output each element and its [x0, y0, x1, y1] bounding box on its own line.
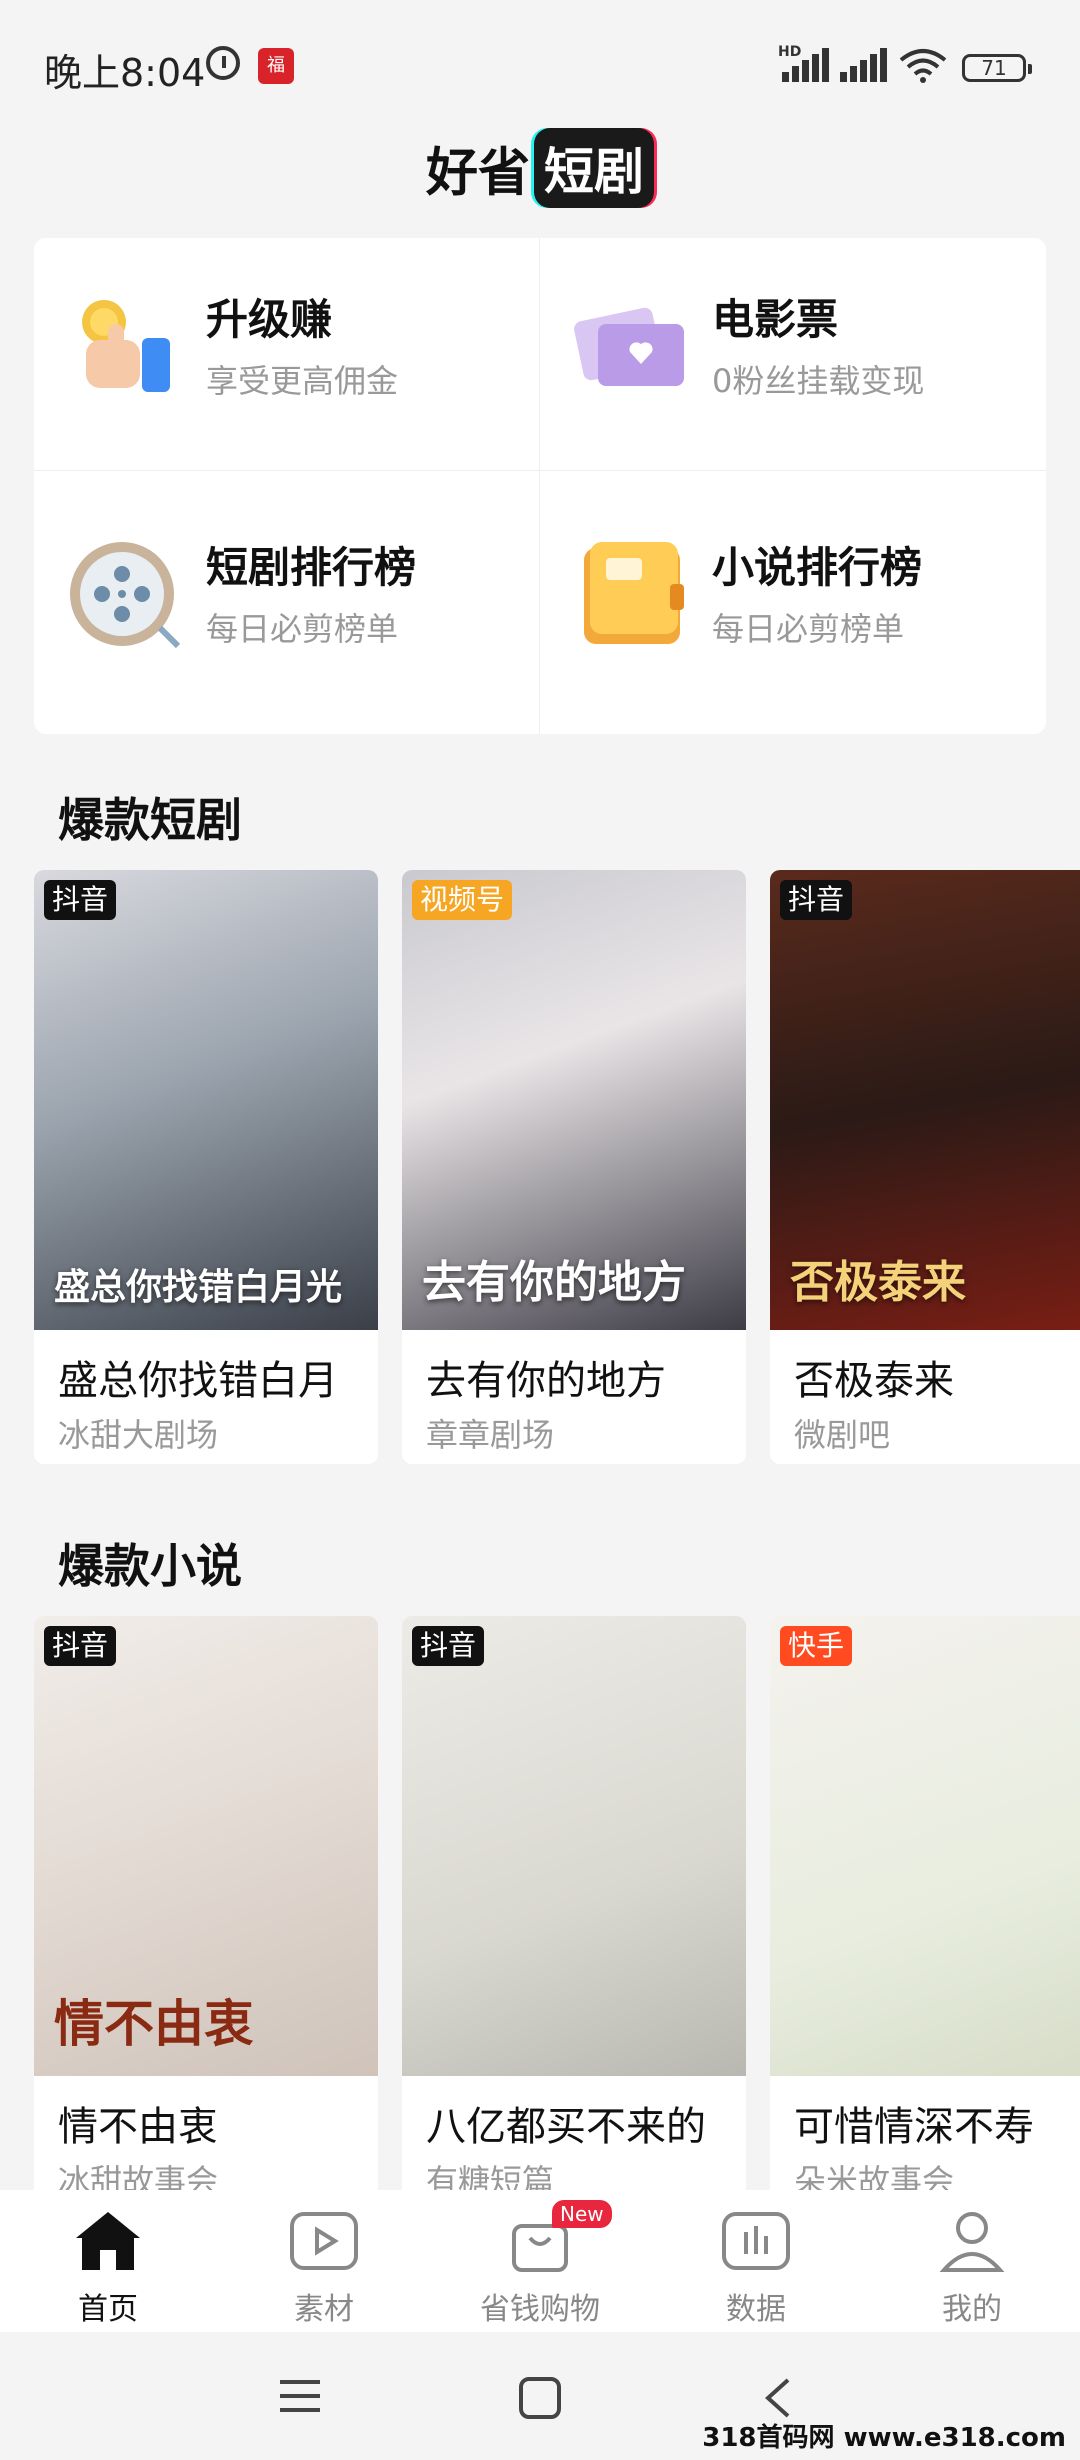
tab-label: 省钱购物	[480, 2292, 600, 2327]
system-nav-bar: 318首码网 www.e318.com	[0, 2332, 1080, 2460]
novel-list: 情不由衷 抖音 情不由衷 冰甜故事会 抖音 八亿都买不来的 有糖短篇 快手 可惜…	[34, 1616, 1080, 2210]
back-icon[interactable]	[762, 2376, 794, 2420]
card-title: 八亿都买不来的	[426, 2104, 706, 2150]
app-logo: 好省 短剧	[0, 128, 1080, 208]
platform-tag: 视频号	[412, 880, 513, 920]
platform-tag: 抖音	[44, 1626, 117, 1666]
drama-card[interactable]: 否极泰来 抖音 否极泰来 微剧吧	[770, 870, 1080, 1464]
card-source: 章章剧场	[426, 1416, 555, 1454]
poster-image: 情不由衷	[34, 1616, 378, 2076]
drama-card[interactable]: 盛总你找错白月光 抖音 盛总你找错白月 冰甜大剧场	[34, 870, 378, 1464]
signal-icon	[782, 48, 832, 84]
poster-image: 否极泰来	[770, 870, 1080, 1330]
card-title: 情不由衷	[58, 2104, 218, 2150]
poster-title: 否极泰来	[790, 1257, 966, 1308]
status-time: 晚上8:04	[44, 51, 206, 95]
battery-icon: 71	[962, 54, 1032, 82]
movie-ticket-icon	[574, 307, 684, 386]
poster-image: 盛总你找错白月光	[34, 870, 378, 1330]
platform-tag: 抖音	[780, 880, 853, 920]
grid-subtitle: 享受更高佣金	[206, 362, 399, 400]
tab-home[interactable]: 首页	[0, 2190, 216, 2332]
chart-icon	[722, 2212, 790, 2270]
novel-card[interactable]: 快手 可惜情深不寿 朵米故事会	[770, 1616, 1080, 2210]
user-icon	[939, 2212, 1005, 2272]
logo-text-a: 好省	[425, 143, 530, 204]
logo-text-b: 短剧	[534, 128, 654, 208]
drama-list: 盛总你找错白月光 抖音 盛总你找错白月 冰甜大剧场 去有你的地方 视频号 去有你…	[34, 870, 1080, 1464]
grid-item-upgrade[interactable]: 升级赚 享受更高佣金	[34, 238, 540, 486]
alarm-icon	[206, 46, 240, 80]
status-bar: 晚上8:04 福 HD 71	[0, 0, 1080, 130]
poster-title: 情不由衷	[54, 1995, 254, 2053]
grid-title: 升级赚	[206, 295, 333, 344]
tab-mine[interactable]: 我的	[864, 2190, 1080, 2332]
grid-item-movie-ticket[interactable]: 电影票 0粉丝挂载变现	[540, 238, 1046, 486]
tab-shopping[interactable]: New 省钱购物	[432, 2190, 648, 2332]
grid-item-drama-ranking[interactable]: 短剧排行榜 每日必剪榜单	[34, 486, 540, 734]
grid-title: 短剧排行榜	[206, 543, 417, 592]
notification-badge: 福	[258, 48, 294, 84]
novel-card[interactable]: 抖音 八亿都买不来的 有糖短篇	[402, 1616, 746, 2210]
novel-card[interactable]: 情不由衷 抖音 情不由衷 冰甜故事会	[34, 1616, 378, 2210]
grid-title: 小说排行榜	[712, 543, 923, 592]
tab-label: 我的	[942, 2292, 1002, 2327]
drama-card[interactable]: 去有你的地方 视频号 去有你的地方 章章剧场	[402, 870, 746, 1464]
card-source: 微剧吧	[794, 1416, 891, 1454]
platform-tag: 抖音	[44, 880, 117, 920]
poster-title: 去有你的地方	[422, 1257, 686, 1308]
poster-image	[770, 1616, 1080, 2076]
section-title-novel: 爆款小说	[58, 1539, 242, 1593]
thumbs-up-coin-icon	[82, 300, 170, 392]
home-icon	[76, 2212, 140, 2270]
tab-label: 首页	[78, 2292, 138, 2327]
card-title: 可惜情深不寿	[794, 2104, 1034, 2150]
card-source: 冰甜大剧场	[58, 1416, 219, 1454]
poster-title: 盛总你找错白月光	[54, 1267, 343, 1308]
watermark: 318首码网 www.e318.com	[702, 2423, 1066, 2453]
card-title: 去有你的地方	[426, 1358, 666, 1404]
home-button-icon[interactable]	[518, 2376, 562, 2420]
grid-subtitle: 每日必剪榜单	[712, 610, 905, 648]
platform-tag: 抖音	[412, 1626, 485, 1666]
section-title-drama: 爆款短剧	[58, 793, 242, 847]
new-badge: New	[552, 2200, 612, 2228]
card-title: 盛总你找错白月	[58, 1358, 338, 1404]
card-title: 否极泰来	[794, 1358, 954, 1404]
platform-tag: 快手	[780, 1626, 853, 1666]
poster-image	[402, 1616, 746, 2076]
film-reel-icon	[70, 542, 181, 649]
signal-icon-2	[840, 48, 890, 84]
tab-material[interactable]: 素材	[216, 2190, 432, 2332]
bottom-tab-bar: 首页 素材 New 省钱购物 数据 我的	[0, 2190, 1080, 2332]
grid-item-novel-ranking[interactable]: 小说排行榜 每日必剪榜单	[540, 486, 1046, 734]
grid-subtitle: 0粉丝挂载变现	[712, 362, 925, 400]
menu-icon[interactable]	[278, 2376, 322, 2416]
grid-subtitle: 每日必剪榜单	[206, 610, 399, 648]
tab-label: 素材	[294, 2292, 354, 2327]
notebook-icon	[584, 542, 684, 644]
grid-title: 电影票	[712, 295, 839, 344]
wifi-icon	[899, 49, 947, 83]
feature-grid: 升级赚 享受更高佣金 电影票 0粉丝挂载变现 短剧排行榜 每日必剪榜单 小说排行…	[34, 238, 1046, 734]
tab-label: 数据	[726, 2292, 786, 2327]
poster-image: 去有你的地方	[402, 870, 746, 1330]
play-icon	[290, 2212, 358, 2270]
tab-data[interactable]: 数据	[648, 2190, 864, 2332]
